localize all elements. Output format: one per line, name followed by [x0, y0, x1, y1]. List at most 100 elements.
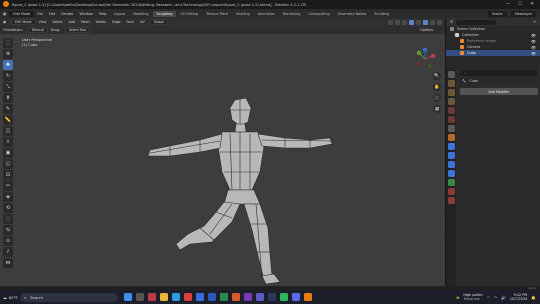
- view-layer-tab-icon[interactable]: [447, 98, 455, 105]
- task-view-icon[interactable]: [136, 293, 144, 301]
- rendered-shading-icon[interactable]: [437, 19, 442, 25]
- edge-browser-icon[interactable]: [172, 293, 180, 301]
- menu-edge[interactable]: Edge: [109, 20, 123, 24]
- onenote-icon[interactable]: [244, 293, 252, 301]
- discord-icon[interactable]: [292, 293, 300, 301]
- texture-tab-icon[interactable]: [447, 197, 455, 204]
- material-tab-icon[interactable]: [447, 188, 455, 195]
- eye-icon[interactable]: 👁: [531, 51, 540, 56]
- chrome-icon[interactable]: [184, 293, 192, 301]
- bevel-icon[interactable]: ◱: [3, 159, 13, 169]
- viewport-editor-icon[interactable]: ▣: [0, 20, 9, 24]
- volume-icon[interactable]: 🔊: [501, 295, 506, 300]
- teams-icon[interactable]: [256, 293, 264, 301]
- render-tab-icon[interactable]: [447, 80, 455, 87]
- tab-scripting[interactable]: Scripting: [370, 11, 393, 17]
- menu-help[interactable]: Help: [96, 12, 110, 16]
- scale-icon[interactable]: ⤡: [3, 82, 13, 92]
- solid-shading-icon[interactable]: [423, 19, 428, 25]
- excel-icon[interactable]: [220, 293, 228, 301]
- tool-tab-icon[interactable]: [447, 71, 455, 78]
- tab-modeling[interactable]: Modeling: [129, 11, 152, 17]
- add-cube-icon[interactable]: ◫: [3, 126, 13, 136]
- transform-orientation-dropdown[interactable]: Global: [149, 19, 169, 25]
- outliner-row[interactable]: Cube 👁: [446, 50, 540, 56]
- scene-selector[interactable]: Scene: [488, 10, 507, 17]
- menu-add[interactable]: Add: [66, 20, 78, 24]
- menu-render[interactable]: Render: [58, 12, 76, 16]
- tab-compositing[interactable]: Compositing: [304, 11, 333, 17]
- options-dropdown[interactable]: Options: [420, 28, 445, 32]
- blender-taskbar-icon[interactable]: [304, 293, 312, 301]
- 3d-viewport[interactable]: [0, 34, 445, 286]
- tab-rendering[interactable]: Rendering: [279, 11, 304, 17]
- widgets-icon[interactable]: [148, 293, 156, 301]
- shrink-icon[interactable]: ⊙: [3, 236, 13, 246]
- menu-file[interactable]: File: [34, 12, 46, 16]
- word-icon[interactable]: [208, 293, 216, 301]
- rip-icon[interactable]: ⋈: [3, 258, 13, 268]
- tab-sculpting[interactable]: Sculpting: [152, 10, 177, 17]
- menu-face[interactable]: Face: [124, 20, 137, 24]
- chevron-up-icon[interactable]: ^: [487, 295, 490, 300]
- extrude-icon[interactable]: ⇧: [3, 137, 13, 147]
- tab-animation[interactable]: Animation: [254, 11, 279, 17]
- camera-view-icon[interactable]: 🎥: [433, 94, 441, 102]
- properties-search-field[interactable]: ⌕: [460, 70, 538, 76]
- wireframe-shading-icon[interactable]: [416, 19, 421, 25]
- file-explorer-icon[interactable]: [160, 293, 168, 301]
- smooth-icon[interactable]: ◌: [3, 214, 13, 224]
- store-icon[interactable]: [196, 293, 204, 301]
- add-modifier-button[interactable]: Add Modifier: [460, 88, 538, 95]
- ortho-toggle-icon[interactable]: ▦: [433, 105, 441, 113]
- physics-tab-icon[interactable]: [447, 161, 455, 168]
- tray-clock[interactable]: 9:42 PM 10/7/2024: [510, 293, 527, 302]
- material-shading-icon[interactable]: [430, 19, 435, 25]
- maximize-button[interactable]: ☐: [518, 2, 522, 7]
- navigation-gizmo[interactable]: X Y Z: [413, 47, 437, 71]
- move-icon[interactable]: ✥: [3, 60, 13, 70]
- tray-weather[interactable]: High pollen Tomorrow: [463, 293, 482, 302]
- orientation-dropdown[interactable]: Default: [27, 27, 48, 33]
- edge-slide-icon[interactable]: ⇆: [3, 225, 13, 235]
- collection-tab-icon[interactable]: [447, 125, 455, 132]
- constraints-tab-icon[interactable]: [447, 170, 455, 177]
- tab-shading[interactable]: Shading: [232, 11, 254, 17]
- particles-tab-icon[interactable]: [447, 152, 455, 159]
- object-tab-icon[interactable]: [447, 134, 455, 141]
- character-mesh[interactable]: [140, 94, 340, 286]
- knife-icon[interactable]: ✂: [3, 181, 13, 191]
- taskbar-search[interactable]: ⌕ Search: [20, 292, 118, 302]
- menu-vertex[interactable]: Vertex: [93, 20, 110, 24]
- annotate-icon[interactable]: ✎: [3, 104, 13, 114]
- notification-bell-icon[interactable]: 🔔: [531, 295, 536, 300]
- zoom-icon[interactable]: 🔍: [433, 72, 441, 80]
- modifier-tab-icon[interactable]: [447, 143, 455, 150]
- minimize-button[interactable]: —: [506, 2, 511, 7]
- editor-type-icon[interactable]: ▣: [0, 12, 9, 16]
- tab-uv-editing[interactable]: UV Editing: [176, 11, 202, 17]
- tab-texture-paint[interactable]: Texture Paint: [202, 11, 232, 17]
- filter-icon[interactable]: ⏷: [533, 20, 540, 24]
- data-tab-icon[interactable]: [447, 179, 455, 186]
- gizmo-toggle-icon[interactable]: [395, 19, 400, 25]
- eye-icon[interactable]: 👁: [531, 45, 540, 50]
- menu-edit[interactable]: Edit: [46, 12, 59, 16]
- transform-icon[interactable]: ⬍: [3, 93, 13, 103]
- spin-icon[interactable]: ⟲: [3, 203, 13, 213]
- menu-view[interactable]: View: [36, 20, 50, 24]
- spotify-icon[interactable]: [280, 293, 288, 301]
- steam-icon[interactable]: [268, 293, 276, 301]
- cursor-icon[interactable]: ⊕: [3, 49, 13, 59]
- drag-dropdown[interactable]: Select Box: [64, 27, 91, 33]
- menu-uv[interactable]: UV: [137, 20, 148, 24]
- world-tab-icon[interactable]: [447, 116, 455, 123]
- loop-cut-icon[interactable]: ⊟: [3, 170, 13, 180]
- measure-icon[interactable]: 📏: [3, 115, 13, 125]
- view-layer-selector[interactable]: ViewLayer: [510, 10, 536, 17]
- outliner-editor-icon[interactable]: ☰: [450, 20, 453, 24]
- tab-layout[interactable]: Layout: [110, 11, 130, 17]
- taskbar-weather[interactable]: ☁ 62°F: [0, 295, 18, 300]
- pan-hand-icon[interactable]: ✋: [433, 83, 441, 91]
- menu-window[interactable]: Window: [76, 12, 95, 16]
